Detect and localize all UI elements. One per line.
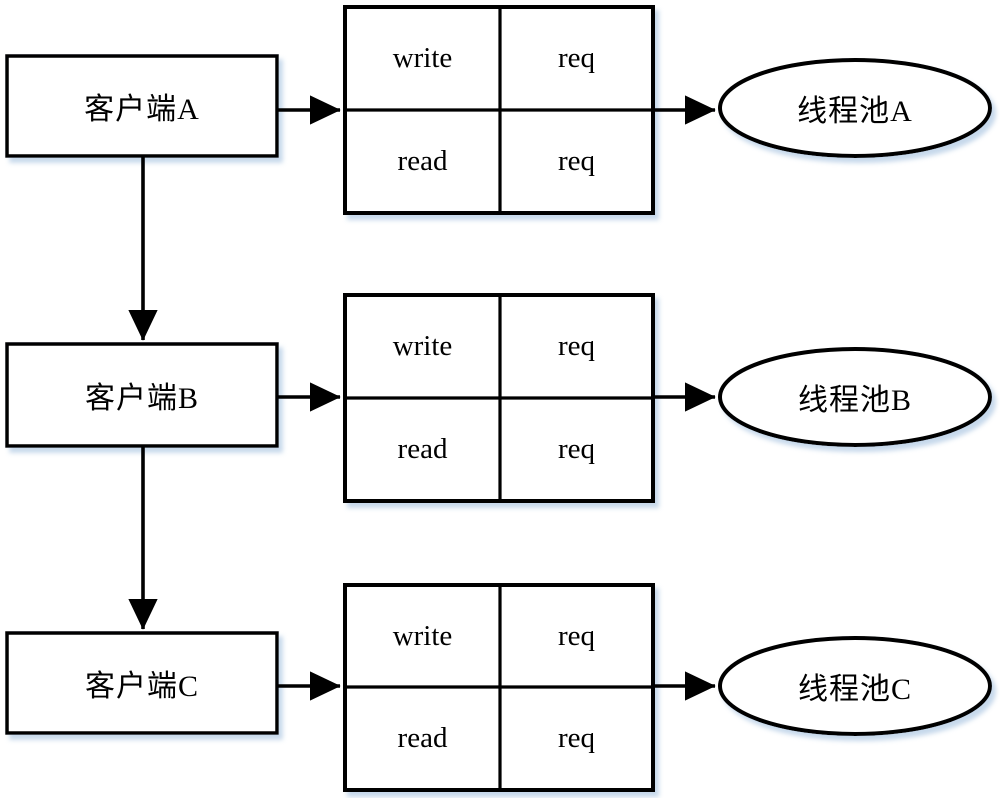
client-box-b[interactable] xyxy=(5,342,279,448)
diagram-vector-layer xyxy=(5,5,992,792)
pool-ellipse-c[interactable] xyxy=(718,636,992,736)
client-box-a[interactable] xyxy=(5,54,279,158)
pool-ellipse-a[interactable] xyxy=(718,58,992,158)
diagram-canvas: 客户端A write req read req 线程池A 客户端B write … xyxy=(0,0,1000,798)
pool-ellipse-b[interactable] xyxy=(718,347,992,447)
client-box-c[interactable] xyxy=(5,631,279,735)
